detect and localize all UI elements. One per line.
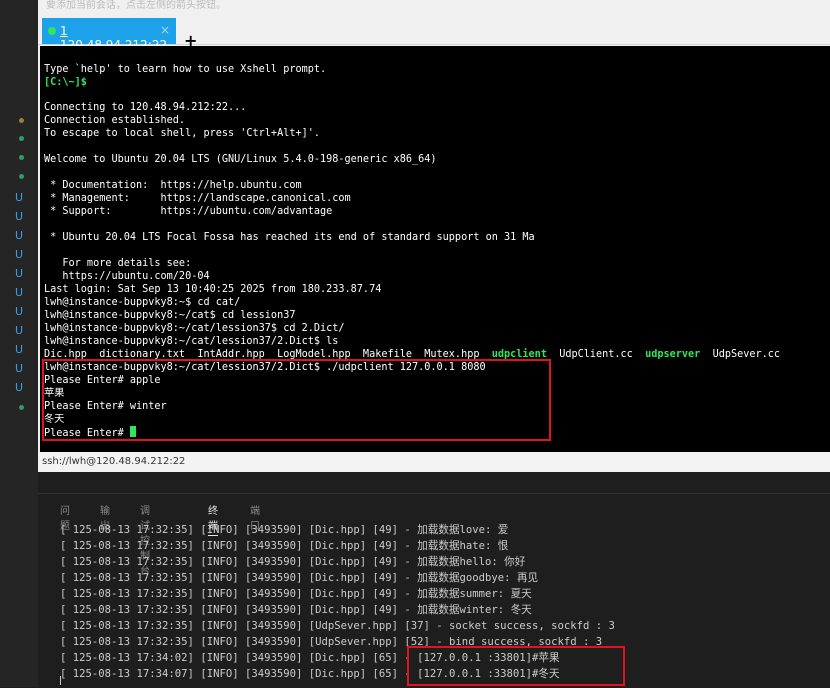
highlight-box <box>407 646 625 686</box>
untracked-marker: U <box>14 305 24 318</box>
untracked-marker: U <box>14 381 24 394</box>
terminal-line: lwh@instance-buppvky8:~/cat/lession37$ c… <box>44 323 345 334</box>
log-line: [ 125-08-13 17:32:35] [INFO] [3493590] [… <box>60 620 615 632</box>
terminal-cursor <box>60 676 61 685</box>
connection-address: ssh://lwh@120.48.94.212:22 <box>42 456 186 467</box>
untracked-marker: U <box>14 324 24 337</box>
log-line: [ 125-08-13 17:32:35] [INFO] [3493590] [… <box>60 540 509 552</box>
terminal-line: Welcome to Ubuntu 20.04 LTS (GNU/Linux 5… <box>44 154 437 165</box>
highlight-box <box>42 359 551 441</box>
terminal-line: Last login: Sat Sep 13 10:40:25 2025 fro… <box>44 284 382 295</box>
modified-dot-icon <box>19 118 24 123</box>
untracked-marker: U <box>14 362 24 375</box>
close-tab-icon[interactable]: × <box>160 23 170 37</box>
modified-dot-icon <box>19 174 24 179</box>
session-hint: 要添加当前会话，点击左侧的箭头按钮。 <box>38 0 830 14</box>
terminal-line: Type `help' to learn how to use Xshell p… <box>44 64 327 75</box>
terminal-line: lwh@instance-buppvky8:~$ cd cat/ <box>44 297 241 308</box>
ls-executable: udpserver <box>645 349 701 360</box>
untracked-marker: U <box>14 210 24 223</box>
modified-dot-icon <box>19 405 24 410</box>
terminal-line: For more details see: <box>44 258 192 269</box>
untracked-marker: U <box>14 191 24 204</box>
log-line: [ 125-08-13 17:32:35] [INFO] [3493590] [… <box>60 572 539 584</box>
terminal-line: Connection established. <box>44 115 186 126</box>
session-tab-bar: 1 120.48.94.212:22 × + <box>38 14 830 52</box>
log-line: [ 125-08-13 17:32:35] [INFO] [3493590] [… <box>60 556 526 568</box>
terminal-line: * Documentation: https://help.ubuntu.com <box>44 180 302 191</box>
modified-dot-icon <box>19 155 24 160</box>
untracked-marker: U <box>14 286 24 299</box>
terminal-line: To escape to local shell, press 'Ctrl+Al… <box>44 128 321 139</box>
terminal-line: lwh@instance-buppvky8:~/cat$ cd lession3… <box>44 310 296 321</box>
modified-dot-icon <box>19 136 24 141</box>
status-bar: ssh://lwh@120.48.94.212:22 <box>38 452 830 472</box>
untracked-marker: U <box>14 248 24 261</box>
ls-files: UdpClient.cc <box>546 349 646 360</box>
explorer-gutter: U U U U U U U U U U U <box>0 0 38 687</box>
session-tab[interactable]: 1 120.48.94.212:22 × <box>42 18 176 52</box>
connected-status-icon <box>48 27 56 35</box>
terminal-line: lwh@instance-buppvky8:~/cat/lession37/2.… <box>44 336 339 347</box>
ls-files: UdpSever.cc <box>700 349 781 360</box>
terminal-line: https://ubuntu.com/20-04 <box>44 271 210 282</box>
log-line: [ 125-08-13 17:32:35] [INFO] [3493590] [… <box>60 604 532 616</box>
terminal-line: * Ubuntu 20.04 LTS Focal Fossa has reach… <box>44 232 535 243</box>
terminal-line: * Support: https://ubuntu.com/advantage <box>44 206 333 217</box>
untracked-marker: U <box>14 343 24 356</box>
untracked-marker: U <box>14 267 24 280</box>
terminal-line: [C:\~]$ <box>44 77 87 88</box>
xshell-window: 要添加当前会话，点击左侧的箭头按钮。 1 120.48.94.212:22 × … <box>38 0 830 472</box>
log-line: [ 125-08-13 17:32:35] [INFO] [3493590] [… <box>60 588 532 600</box>
terminal-line: * Management: https://landscape.canonica… <box>44 193 351 204</box>
terminal-line: Connecting to 120.48.94.212:22... <box>44 102 247 113</box>
log-line: [ 125-08-13 17:32:35] [INFO] [3493590] [… <box>60 524 509 536</box>
untracked-marker: U <box>14 229 24 242</box>
terminal-output[interactable]: Type `help' to learn how to use Xshell p… <box>40 46 830 452</box>
vscode-panel: 问题 输出 调试控制台 终端 端口 [ 125-08-13 17:32:35] … <box>38 493 830 688</box>
